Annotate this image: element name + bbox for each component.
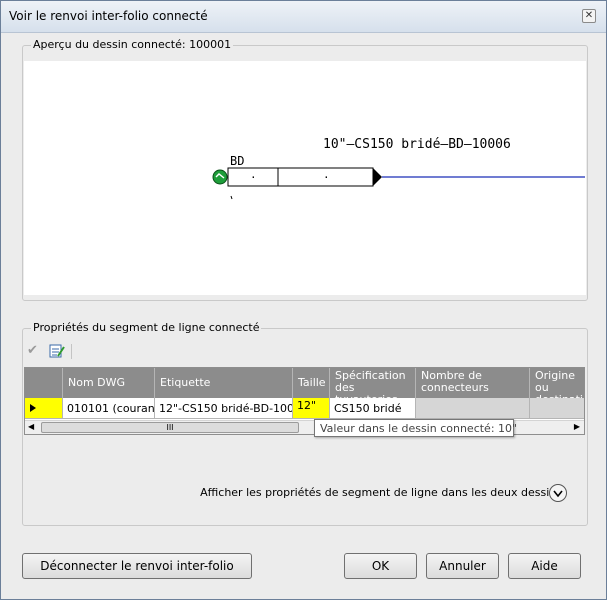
cell-specification[interactable]: CS150 bridé xyxy=(330,398,416,419)
disconnect-button[interactable]: Déconnecter le renvoi inter-folio xyxy=(22,553,252,579)
pipe-tag-label: BD xyxy=(230,154,245,168)
cell-tooltip: Valeur dans le dessin connecté: 10" xyxy=(314,419,517,437)
connector-dot-2: . xyxy=(323,168,330,181)
properties-group-label: Propriétés du segment de ligne connecté xyxy=(31,321,262,334)
scroll-left-icon[interactable]: ◀ xyxy=(28,422,34,431)
tick-mark xyxy=(230,195,233,200)
preview-group: Aperçu du dessin connecté: 100001 BD 10"… xyxy=(22,38,588,301)
help-button[interactable]: Aide xyxy=(508,553,581,579)
cell-origine[interactable] xyxy=(530,398,584,419)
checkmark-icon[interactable]: ✔ xyxy=(27,343,43,359)
column-header-taille[interactable]: Taille xyxy=(293,368,330,398)
preview-group-label: Aperçu du dessin connecté: 100001 xyxy=(31,38,234,51)
row-pointer-icon xyxy=(30,404,36,412)
connector-dot-1: . xyxy=(250,168,257,181)
title-bar: Voir le renvoi inter-folio connecté ✕ xyxy=(1,1,606,33)
pipe-line-label: 10"–CS150 bridé–BD–10006 xyxy=(323,137,511,152)
column-header-origine[interactable]: Origine ou destination xyxy=(530,368,584,398)
show-both-label[interactable]: Afficher les propriétés de segment de li… xyxy=(200,486,562,499)
ok-button[interactable]: OK xyxy=(344,553,417,579)
connector-symbol-icon xyxy=(212,169,228,185)
flow-arrow-icon xyxy=(373,168,382,186)
drawing-preview-svg xyxy=(212,167,585,200)
window-title: Voir le renvoi inter-folio connecté xyxy=(9,9,208,23)
scroll-thumb[interactable]: III xyxy=(41,422,299,433)
close-icon[interactable]: ✕ xyxy=(582,9,596,23)
cell-taille[interactable]: 12" xyxy=(293,398,330,419)
column-header-nom-dwg[interactable]: Nom DWG xyxy=(63,368,155,398)
toolbar-separator xyxy=(71,344,72,359)
chevron-down-icon xyxy=(553,490,563,498)
scroll-right-icon[interactable]: ▶ xyxy=(574,422,580,431)
dialog-window: Voir le renvoi inter-folio connecté ✕ Ap… xyxy=(0,0,607,600)
column-header-etiquette[interactable]: Etiquette xyxy=(155,368,293,398)
column-header-specification[interactable]: Spécification des tuyauteries xyxy=(330,368,416,398)
cell-nom-dwg[interactable]: 010101 (courant) xyxy=(63,398,155,419)
cancel-button[interactable]: Annuler xyxy=(426,553,499,579)
cell-etiquette[interactable]: 12"-CS150 bridé-BD-10006 xyxy=(155,398,293,419)
column-header-selector xyxy=(25,368,63,398)
expand-chevron-icon[interactable] xyxy=(549,484,567,502)
row-selector[interactable] xyxy=(25,398,63,419)
drawing-preview-canvas: BD 10"–CS150 bridé–BD–10006 . . xyxy=(24,61,586,295)
edit-table-icon[interactable] xyxy=(49,343,65,359)
column-header-connecteurs[interactable]: Nombre de connecteurs xyxy=(416,368,530,398)
cell-connecteurs[interactable] xyxy=(416,398,530,419)
